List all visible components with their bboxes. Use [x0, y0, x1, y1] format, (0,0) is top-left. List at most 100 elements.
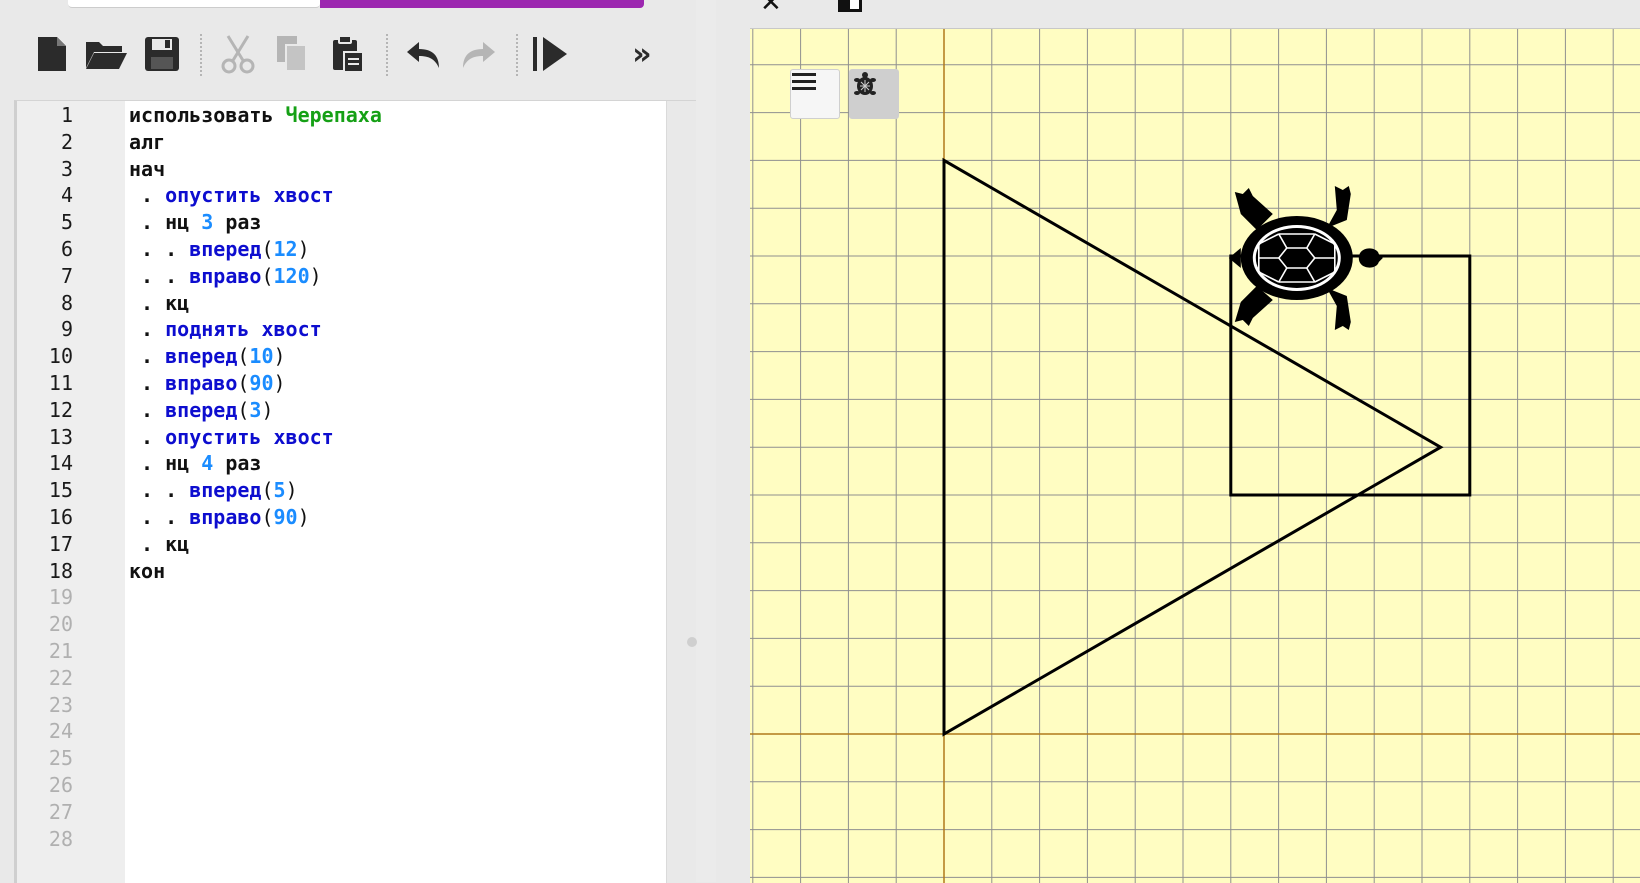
code-line[interactable]: . вправо(90)	[129, 371, 286, 397]
code-token: )	[261, 397, 274, 422]
line-number: 25	[48, 746, 73, 771]
code-token: нач	[129, 156, 166, 181]
code-token: . кц	[129, 290, 190, 315]
code-token: . .	[129, 263, 190, 288]
code-token: 120	[273, 263, 310, 288]
code-editor[interactable]: 1 2 3 4 5 6 7 8 9 10 11 12 13 14 15 16 17 18 19 20 21 22 23 24 2…	[14, 100, 697, 883]
line-number: 4	[60, 183, 73, 208]
run-button[interactable]	[528, 32, 572, 76]
code-token: алг	[129, 129, 166, 154]
tab-active[interactable]	[320, 0, 644, 8]
code-token: 3	[249, 397, 262, 422]
line-number: 10	[48, 344, 73, 369]
line-number-gutter: 1 2 3 4 5 6 7 8 9 10 11 12 13 14 15 16 17 18 19 20 21 22 23 24 2…	[17, 101, 125, 883]
line-number: 28	[48, 826, 73, 851]
copy-icon	[277, 36, 307, 72]
code-token: . нц	[129, 210, 202, 235]
code-token: )	[273, 371, 286, 395]
code-token: )	[273, 344, 286, 369]
code-token: )	[297, 237, 310, 261]
code-line[interactable]: кон	[129, 559, 165, 585]
code-line[interactable]: использовать Черепаха	[129, 103, 382, 129]
code-line[interactable]: . . вправо(90)	[129, 505, 310, 531]
save-icon	[145, 37, 179, 71]
tab-editor[interactable]	[68, 0, 320, 8]
editor-scrollbar[interactable]	[666, 101, 697, 883]
turtle-toggle-button[interactable]	[849, 69, 899, 119]
toolbar-separator	[200, 34, 202, 76]
redo-button[interactable]	[456, 32, 500, 76]
line-number: 22	[48, 665, 73, 690]
code-token: (	[261, 478, 274, 503]
code-line[interactable]: . нц 4 раз	[129, 451, 261, 477]
code-token: (	[261, 237, 274, 261]
code-line[interactable]: . . вперед(5)	[129, 478, 298, 504]
line-number: 14	[48, 451, 73, 476]
cut-button[interactable]	[216, 32, 260, 76]
copy-button[interactable]	[270, 32, 314, 76]
more-button[interactable]: »	[620, 32, 664, 76]
code-token: 3	[201, 210, 214, 235]
line-number: 8	[60, 290, 73, 315]
undo-button[interactable]	[402, 32, 446, 76]
code-line[interactable]: алг	[129, 130, 165, 156]
line-number: 12	[48, 397, 73, 422]
line-number: 6	[60, 237, 73, 261]
code-token: вперед	[189, 478, 262, 503]
code-token: кон	[129, 558, 166, 583]
line-number: 2	[60, 129, 73, 154]
code-token: .	[129, 183, 166, 208]
code-token: раз	[213, 451, 262, 476]
line-number: 19	[48, 585, 73, 610]
code-line[interactable]: . нц 3 раз	[129, 210, 261, 236]
code-token: . .	[129, 237, 190, 261]
code-token: поднять хвост	[165, 317, 322, 342]
hamburger-menu-icon	[792, 73, 816, 90]
code-token: 4	[201, 451, 214, 476]
close-icon[interactable]: ✕	[760, 0, 782, 16]
splitter-handle[interactable]	[687, 637, 697, 647]
panel-splitter[interactable]	[696, 0, 716, 882]
code-line[interactable]: . опустить хвост	[129, 183, 334, 209]
code-token: использовать	[129, 103, 286, 127]
code-line[interactable]: . кц	[129, 291, 189, 317]
line-number: 18	[48, 558, 73, 583]
canvas-menu-button[interactable]	[790, 69, 840, 119]
chevrons-right-icon: »	[632, 36, 652, 72]
code-token: опустить хвост	[165, 424, 334, 449]
paste-button[interactable]	[326, 32, 370, 76]
code-line[interactable]: . опустить хвост	[129, 425, 334, 451]
code-token: (	[237, 371, 250, 395]
code-line[interactable]: нач	[129, 157, 165, 183]
turtle-icon	[1228, 186, 1383, 330]
code-token: вправо	[189, 505, 262, 529]
code-token: )	[285, 478, 298, 503]
code-token: )	[297, 505, 310, 529]
code-token: 5	[273, 478, 286, 503]
turtle-icon	[854, 72, 876, 95]
code-token: вправо	[189, 263, 262, 288]
line-number: 15	[48, 478, 73, 503]
code-token: . кц	[129, 531, 190, 556]
scissors-icon	[221, 35, 255, 74]
code-line[interactable]: . . вперед(12)	[129, 237, 310, 263]
line-number: 13	[48, 424, 73, 449]
code-line[interactable]: . вперед(10)	[129, 344, 286, 370]
code-line[interactable]: . . вправо(120)	[129, 264, 322, 290]
code-token: 10	[249, 344, 274, 369]
toolbar-separator	[386, 34, 388, 76]
toolbar-separator	[516, 34, 518, 76]
code-line[interactable]: . кц	[129, 532, 189, 558]
new-file-button[interactable]	[30, 32, 74, 76]
code-line[interactable]: . поднять хвост	[129, 317, 322, 343]
code-line[interactable]: . вперед(3)	[129, 397, 274, 424]
run-icon	[533, 37, 567, 71]
code-token: .	[129, 424, 166, 449]
save-file-button[interactable]	[140, 32, 184, 76]
turtle-canvas[interactable]	[750, 28, 1640, 883]
paste-icon	[333, 35, 364, 73]
window-toggle-icon[interactable]	[838, 0, 862, 12]
open-file-button[interactable]	[84, 32, 128, 76]
line-number: 23	[48, 692, 73, 717]
code-token: . .	[129, 478, 190, 503]
